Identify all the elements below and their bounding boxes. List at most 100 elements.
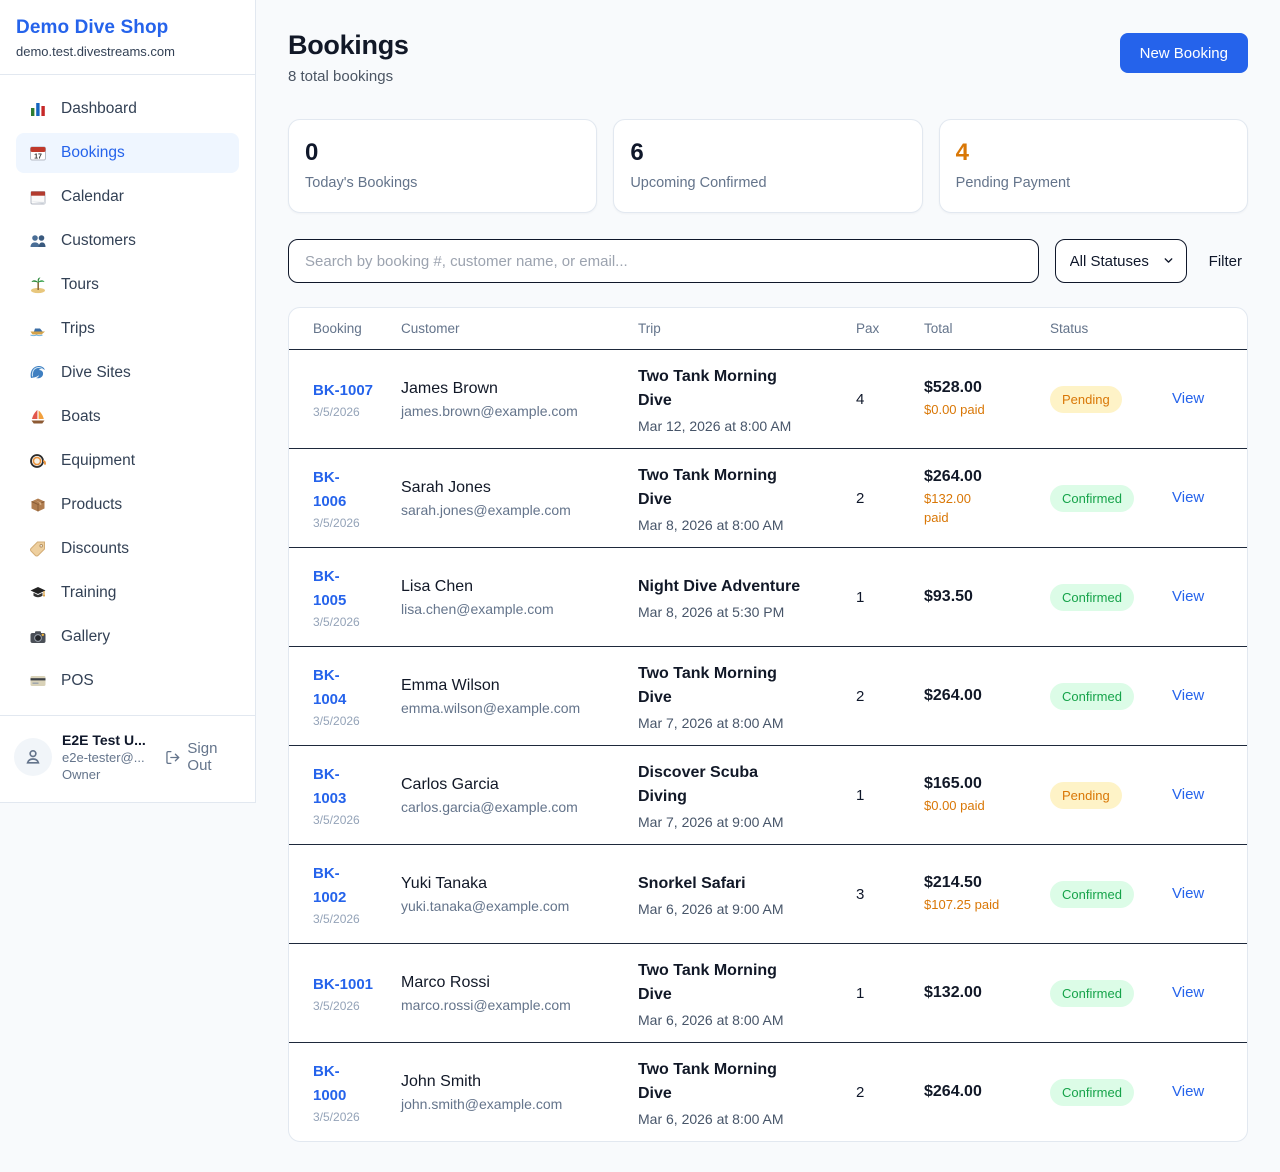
trip-datetime: Mar 6, 2026 at 9:00 AM — [638, 901, 856, 917]
pax-value: 4 — [856, 391, 924, 408]
sidebar-item-label: Gallery — [61, 628, 110, 646]
view-link[interactable]: View — [1172, 786, 1204, 803]
customer-name: James Brown — [401, 380, 638, 398]
status-badge: Confirmed — [1050, 683, 1134, 710]
customer-name: Emma Wilson — [401, 677, 638, 695]
table-row: BK- 1005 3/5/2026 Lisa Chen lisa.chen@ex… — [289, 547, 1247, 646]
sidebar-item-gallery[interactable]: Gallery — [16, 617, 239, 657]
sidebar-item-customers[interactable]: Customers — [16, 221, 239, 261]
status-badge: Pending — [1050, 782, 1122, 809]
table-row: BK- 1004 3/5/2026 Emma Wilson emma.wilso… — [289, 646, 1247, 745]
total-cell: $264.00 $132.00 paid — [924, 468, 1050, 528]
sidebar-item-products[interactable]: Products — [16, 485, 239, 525]
trip-cell: Night Dive Adventure Mar 8, 2026 at 5:30… — [638, 575, 856, 620]
sidebar-item-boats[interactable]: Boats — [16, 397, 239, 437]
booking-number-link[interactable]: BK- 1006 — [313, 466, 346, 513]
status-select[interactable]: All Statuses — [1055, 239, 1187, 283]
table-row: BK-1001 3/5/2026 Marco Rossi marco.rossi… — [289, 943, 1247, 1042]
sidebar-item-label: Bookings — [61, 144, 125, 162]
column-header-booking: Booking — [289, 321, 401, 336]
avatar — [14, 738, 52, 776]
filter-button[interactable]: Filter — [1203, 253, 1248, 270]
wave-icon — [28, 363, 48, 383]
view-link[interactable]: View — [1172, 885, 1204, 902]
sidebar-item-tours[interactable]: Tours — [16, 265, 239, 305]
page-title: Bookings — [288, 30, 409, 61]
customer-name: Yuki Tanaka — [401, 875, 638, 893]
booking-number-link[interactable]: BK- 1000 — [313, 1060, 346, 1107]
actions-cell: View — [1172, 390, 1247, 408]
total-cell: $264.00 — [924, 687, 1050, 705]
sidebar-item-dive-sites[interactable]: Dive Sites — [16, 353, 239, 393]
status-cell: Pending — [1050, 386, 1172, 413]
diving-mask-icon — [28, 451, 48, 471]
customer-name: Lisa Chen — [401, 578, 638, 596]
new-booking-button[interactable]: New Booking — [1120, 33, 1248, 73]
search-input[interactable] — [288, 239, 1039, 283]
customer-email: lisa.chen@example.com — [401, 601, 638, 617]
total-amount: $264.00 — [924, 1083, 1050, 1101]
sidebar-item-equipment[interactable]: Equipment — [16, 441, 239, 481]
view-link[interactable]: View — [1172, 984, 1204, 1001]
view-link[interactable]: View — [1172, 687, 1204, 704]
total-amount: $93.50 — [924, 588, 1050, 606]
booking-number-link[interactable]: BK- 1003 — [313, 763, 346, 810]
pax-value: 2 — [856, 490, 924, 507]
pax-value: 1 — [856, 787, 924, 804]
table-header-row: Booking Customer Trip Pax Total Status — [289, 308, 1247, 349]
stat-card-upcoming-confirmed: 6 Upcoming Confirmed — [613, 119, 922, 213]
sidebar-item-label: Tours — [61, 276, 99, 294]
status-badge: Pending — [1050, 386, 1122, 413]
customer-email: sarah.jones@example.com — [401, 502, 638, 518]
bookings-table: Booking Customer Trip Pax Total Status B… — [288, 307, 1248, 1142]
sidebar-item-dashboard[interactable]: Dashboard — [16, 89, 239, 129]
booking-number-link[interactable]: BK-1007 — [313, 379, 373, 402]
view-link[interactable]: View — [1172, 1083, 1204, 1100]
booking-cell: BK- 1004 3/5/2026 — [289, 664, 401, 728]
sidebar-item-label: Dashboard — [61, 100, 137, 118]
status-badge: Confirmed — [1050, 980, 1134, 1007]
customer-cell: John Smith john.smith@example.com — [401, 1073, 638, 1112]
sign-out-button[interactable]: Sign Out — [165, 740, 241, 774]
stats-row: 0 Today's Bookings 6 Upcoming Confirmed … — [288, 119, 1248, 213]
trip-cell: Two Tank Morning Dive Mar 6, 2026 at 8:0… — [638, 959, 856, 1028]
tag-icon — [28, 539, 48, 559]
sidebar-item-pos[interactable]: POS — [16, 661, 239, 701]
package-icon — [28, 495, 48, 515]
sidebar-item-bookings[interactable]: 17Bookings — [16, 133, 239, 173]
sidebar-item-training[interactable]: Training — [16, 573, 239, 613]
status-badge: Confirmed — [1050, 485, 1134, 512]
total-cell: $264.00 — [924, 1083, 1050, 1101]
booking-number-link[interactable]: BK-1001 — [313, 973, 373, 996]
trip-datetime: Mar 7, 2026 at 9:00 AM — [638, 814, 856, 830]
booking-date: 3/5/2026 — [313, 714, 401, 728]
booking-number-link[interactable]: BK- 1005 — [313, 565, 346, 612]
status-cell: Confirmed — [1050, 485, 1172, 512]
view-link[interactable]: View — [1172, 588, 1204, 605]
sidebar-item-trips[interactable]: Trips — [16, 309, 239, 349]
total-amount: $132.00 — [924, 984, 1050, 1002]
column-header-total: Total — [924, 321, 1050, 336]
customer-name: Carlos Garcia — [401, 776, 638, 794]
booking-cell: BK-1007 3/5/2026 — [289, 379, 401, 419]
sidebar-item-discounts[interactable]: Discounts — [16, 529, 239, 569]
customer-cell: Lisa Chen lisa.chen@example.com — [401, 578, 638, 617]
view-link[interactable]: View — [1172, 489, 1204, 506]
status-cell: Confirmed — [1050, 881, 1172, 908]
sidebar: Demo Dive Shop demo.test.divestreams.com… — [0, 0, 256, 803]
sidebar-item-calendar[interactable]: Calendar — [16, 177, 239, 217]
customer-name: Sarah Jones — [401, 479, 638, 497]
booking-number-link[interactable]: BK- 1004 — [313, 664, 346, 711]
sidebar-item-label: Calendar — [61, 188, 124, 206]
trip-cell: Two Tank Morning Dive Mar 7, 2026 at 8:0… — [638, 662, 856, 731]
sidebar-item-label: Dive Sites — [61, 364, 131, 382]
island-icon — [28, 275, 48, 295]
view-link[interactable]: View — [1172, 390, 1204, 407]
status-cell: Pending — [1050, 782, 1172, 809]
trip-cell: Two Tank Morning Dive Mar 12, 2026 at 8:… — [638, 365, 856, 434]
booking-number-link[interactable]: BK- 1002 — [313, 862, 346, 909]
filter-row: All Statuses Filter — [288, 239, 1248, 283]
booking-cell: BK- 1002 3/5/2026 — [289, 862, 401, 926]
user-role: Owner — [62, 767, 151, 782]
actions-cell: View — [1172, 588, 1247, 606]
